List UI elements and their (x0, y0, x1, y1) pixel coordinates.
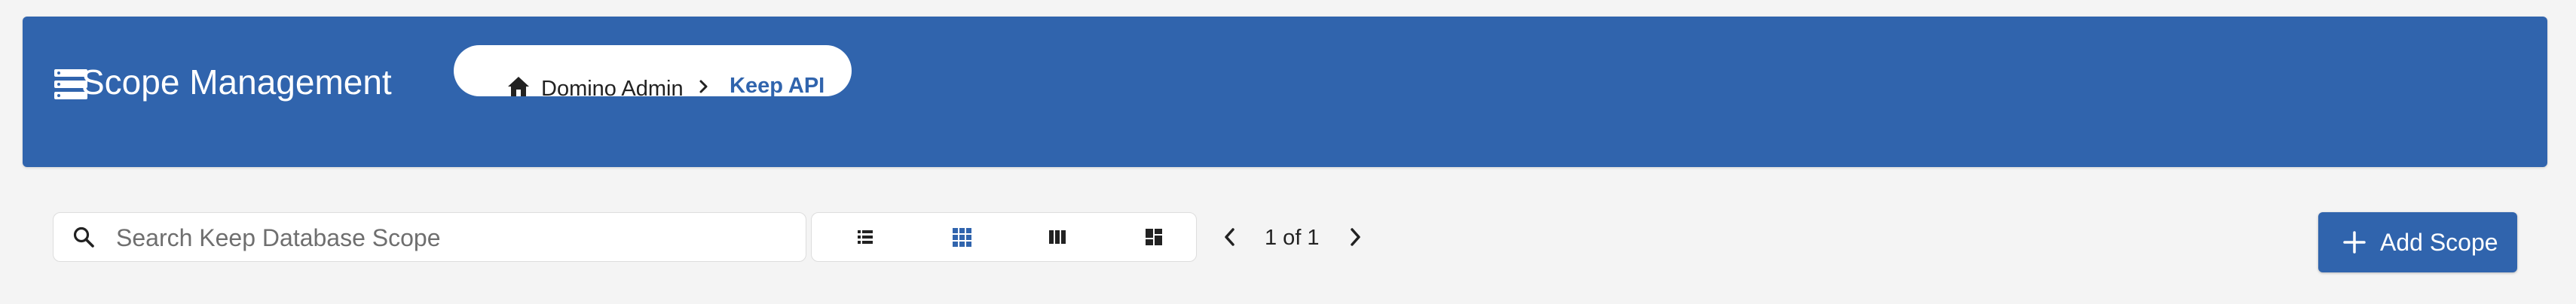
plus-icon (2343, 231, 2366, 254)
next-page-icon[interactable] (1348, 226, 1363, 248)
previous-page-icon[interactable] (1222, 226, 1238, 248)
search-input[interactable] (116, 224, 779, 251)
add-scope-button[interactable]: Add Scope (2318, 212, 2517, 272)
add-scope-label: Add Scope (2380, 229, 2498, 256)
chevron-right-icon (699, 80, 708, 93)
dashboard-view-icon[interactable] (1141, 224, 1167, 250)
breadcrumb-item-keep-api: Keep API (730, 74, 825, 98)
page-indicator: 1 of 1 (1265, 226, 1320, 250)
search-icon (73, 226, 94, 248)
list-view-icon[interactable] (852, 224, 878, 250)
breadcrumb-item-domino-admin[interactable]: Domino Admin (541, 78, 684, 100)
grid-view-icon[interactable] (949, 224, 974, 250)
page-header (23, 17, 2547, 167)
home-icon[interactable] (506, 75, 531, 98)
page-title: Scope Management (81, 62, 392, 102)
column-view-icon[interactable] (1045, 224, 1070, 250)
